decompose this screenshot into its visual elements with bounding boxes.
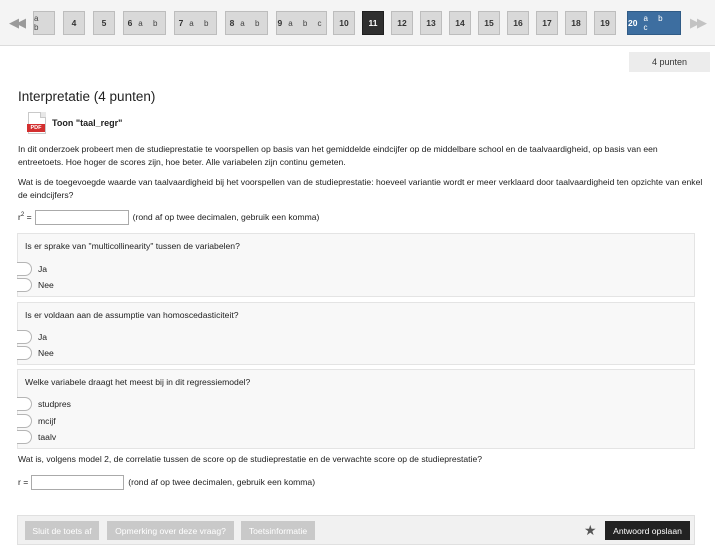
r2-hint: (rond af op twee decimalen, gebruik een … <box>132 212 320 222</box>
question-text-4: Wat is, volgens model 2, de correlatie t… <box>18 454 483 464</box>
points-indicator: 4 punten <box>629 52 710 72</box>
question-button[interactable]: 12 <box>391 11 413 35</box>
question-button[interactable]: 9a b c <box>276 11 327 35</box>
question-button[interactable]: 10 <box>333 11 355 35</box>
r-answer-row: r = (rond af op twee decimalen, gebruik … <box>18 474 315 490</box>
radio-button[interactable] <box>17 330 32 344</box>
multicollinearity-panel: Is er sprake van "multicollinearity" tus… <box>17 233 695 297</box>
homoscedasticity-panel: Is er voldaan aan de assumptie van homos… <box>17 302 695 365</box>
panel-question-text: Is er sprake van "multicollinearity" tus… <box>25 241 240 251</box>
question-navigation-bar: ◀◀ a b 4 5 6a b 7a b 8a b 9a b c 10 11 1… <box>0 0 715 46</box>
question-text-1: Wat is de toegevoegde waarde van taalvaa… <box>18 177 703 200</box>
r2-answer-row: r2 = (rond af op twee decimalen, gebruik… <box>18 209 319 225</box>
question-button[interactable]: 8a b <box>225 11 268 35</box>
double-chevron-right-icon[interactable]: ▶▶ <box>690 13 707 33</box>
double-chevron-left-icon[interactable]: ◀◀ <box>9 13 26 33</box>
star-icon[interactable]: ★ <box>584 521 597 539</box>
radio-option-studpres[interactable]: studpres <box>17 397 71 411</box>
radio-option-nee[interactable]: Nee <box>17 278 54 292</box>
radio-button[interactable] <box>17 414 32 428</box>
r2-label: r2 = <box>18 212 32 222</box>
r-input[interactable] <box>31 474 125 490</box>
question-button[interactable]: a b <box>33 11 55 35</box>
radio-button[interactable] <box>17 397 32 411</box>
radio-button[interactable] <box>17 430 32 444</box>
question-button-selected[interactable]: 20 a b c <box>627 11 681 35</box>
question-button[interactable]: 17 <box>536 11 558 35</box>
pdf-icon: PDF <box>27 112 46 134</box>
question-button[interactable]: 5 <box>93 11 115 35</box>
r-hint: (rond af op twee decimalen, gebruik een … <box>128 477 316 487</box>
question-button[interactable]: 19 <box>594 11 616 35</box>
attachment-link[interactable]: PDF Toon "taal_regr" <box>27 112 122 134</box>
question-button[interactable]: 6a b <box>123 11 166 35</box>
remark-button[interactable]: Opmerking over deze vraag? <box>107 521 234 540</box>
question-button[interactable]: 16 <box>507 11 529 35</box>
question-title: Interpretatie (4 punten) <box>18 89 156 104</box>
question-button-current[interactable]: 11 <box>362 11 384 35</box>
action-bar: Sluit de toets af Opmerking over deze vr… <box>17 515 695 545</box>
radio-option-ja[interactable]: Ja <box>17 330 47 344</box>
question-button[interactable]: 4 <box>63 11 85 35</box>
test-info-button[interactable]: Toetsinformatie <box>241 521 315 540</box>
r-label: r = <box>18 477 29 487</box>
attachment-label[interactable]: Toon "taal_regr" <box>52 118 122 128</box>
radio-option-taalv[interactable]: taalv <box>17 430 56 444</box>
panel-question-text: Is er voldaan aan de assumptie van homos… <box>25 310 239 320</box>
radio-button[interactable] <box>17 346 32 360</box>
close-test-button[interactable]: Sluit de toets af <box>25 521 99 540</box>
radio-button[interactable] <box>17 262 32 276</box>
question-intro: In dit onderzoek probeert men de studiep… <box>18 144 658 167</box>
question-button[interactable]: 14 <box>449 11 471 35</box>
save-answer-button[interactable]: Antwoord opslaan <box>605 521 690 540</box>
radio-option-ja[interactable]: Ja <box>17 262 47 276</box>
radio-button[interactable] <box>17 278 32 292</box>
variable-contribution-panel: Welke variabele draagt het meest bij in … <box>17 369 695 449</box>
r2-input[interactable] <box>34 209 129 225</box>
radio-option-nee[interactable]: Nee <box>17 346 54 360</box>
question-button[interactable]: 15 <box>478 11 500 35</box>
question-button[interactable]: 13 <box>420 11 442 35</box>
question-button[interactable]: 7a b <box>174 11 217 35</box>
question-button[interactable]: 18 <box>565 11 587 35</box>
radio-option-mcijf[interactable]: mcijf <box>17 414 56 428</box>
panel-question-text: Welke variabele draagt het meest bij in … <box>25 377 251 387</box>
